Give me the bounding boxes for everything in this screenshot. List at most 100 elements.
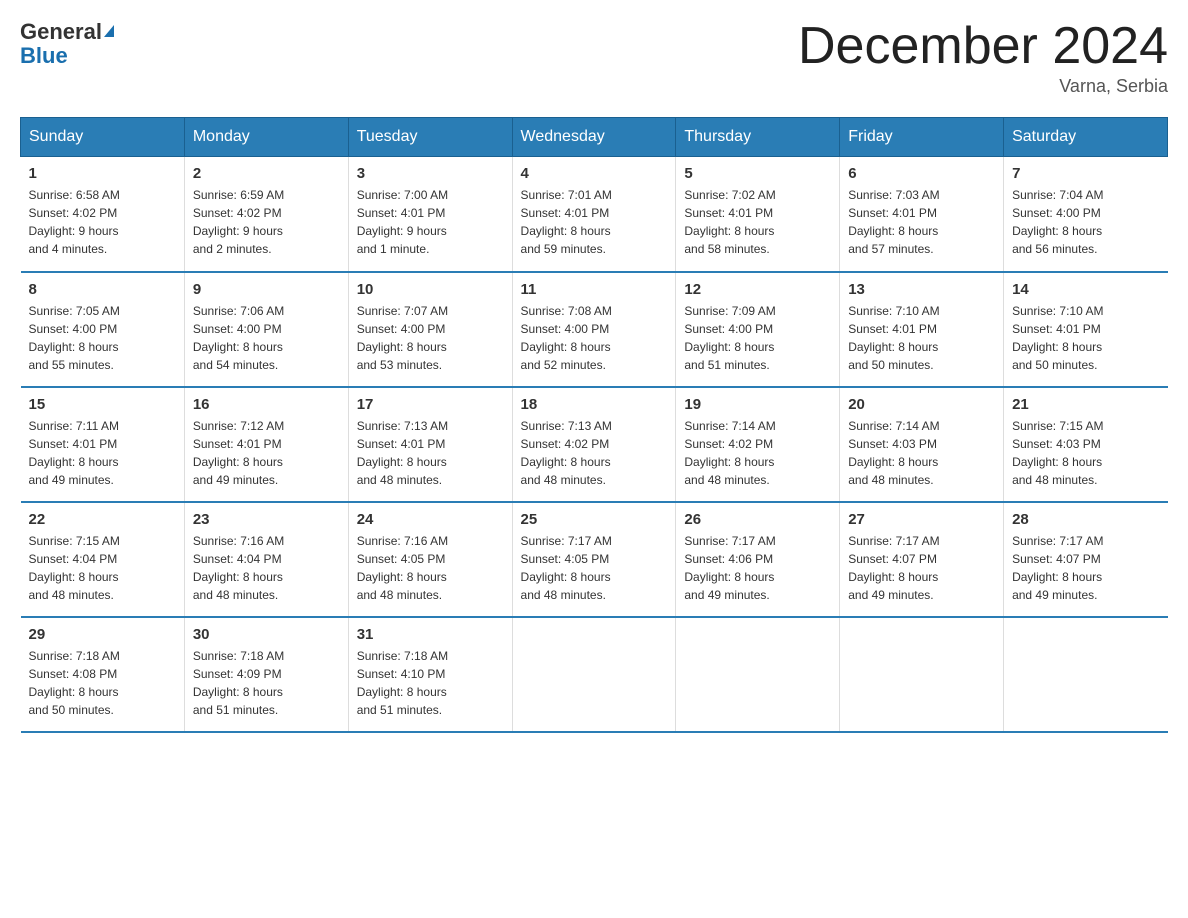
day-number: 10 <box>357 281 504 298</box>
weekday-header-friday: Friday <box>840 118 1004 157</box>
page-header: General Blue December 2024 Varna, Serbia <box>20 20 1168 97</box>
day-info: Sunrise: 7:11 AMSunset: 4:01 PMDaylight:… <box>29 417 176 489</box>
calendar-cell: 3 Sunrise: 7:00 AMSunset: 4:01 PMDayligh… <box>348 157 512 272</box>
day-number: 17 <box>357 396 504 413</box>
day-number: 8 <box>29 281 176 298</box>
weekday-header-row: SundayMondayTuesdayWednesdayThursdayFrid… <box>21 118 1168 157</box>
day-info: Sunrise: 7:10 AMSunset: 4:01 PMDaylight:… <box>1012 302 1159 374</box>
day-info: Sunrise: 7:06 AMSunset: 4:00 PMDaylight:… <box>193 302 340 374</box>
day-number: 31 <box>357 626 504 643</box>
day-info: Sunrise: 7:15 AMSunset: 4:04 PMDaylight:… <box>29 532 176 604</box>
day-info: Sunrise: 7:05 AMSunset: 4:00 PMDaylight:… <box>29 302 176 374</box>
day-info: Sunrise: 7:09 AMSunset: 4:00 PMDaylight:… <box>684 302 831 374</box>
calendar-week-row: 8 Sunrise: 7:05 AMSunset: 4:00 PMDayligh… <box>21 272 1168 387</box>
day-info: Sunrise: 7:10 AMSunset: 4:01 PMDaylight:… <box>848 302 995 374</box>
calendar-cell: 16 Sunrise: 7:12 AMSunset: 4:01 PMDaylig… <box>184 387 348 502</box>
calendar-cell <box>676 617 840 732</box>
day-number: 2 <box>193 165 340 182</box>
calendar-cell: 11 Sunrise: 7:08 AMSunset: 4:00 PMDaylig… <box>512 272 676 387</box>
day-number: 24 <box>357 511 504 528</box>
calendar-cell: 21 Sunrise: 7:15 AMSunset: 4:03 PMDaylig… <box>1004 387 1168 502</box>
logo: General Blue <box>20 20 114 68</box>
day-number: 28 <box>1012 511 1159 528</box>
day-number: 11 <box>521 281 668 298</box>
day-info: Sunrise: 7:16 AMSunset: 4:04 PMDaylight:… <box>193 532 340 604</box>
calendar-cell: 8 Sunrise: 7:05 AMSunset: 4:00 PMDayligh… <box>21 272 185 387</box>
calendar-cell: 19 Sunrise: 7:14 AMSunset: 4:02 PMDaylig… <box>676 387 840 502</box>
day-number: 19 <box>684 396 831 413</box>
day-number: 27 <box>848 511 995 528</box>
calendar-cell: 9 Sunrise: 7:06 AMSunset: 4:00 PMDayligh… <box>184 272 348 387</box>
weekday-header-sunday: Sunday <box>21 118 185 157</box>
day-number: 18 <box>521 396 668 413</box>
day-number: 21 <box>1012 396 1159 413</box>
title-section: December 2024 Varna, Serbia <box>798 20 1168 97</box>
calendar-cell: 12 Sunrise: 7:09 AMSunset: 4:00 PMDaylig… <box>676 272 840 387</box>
day-info: Sunrise: 7:03 AMSunset: 4:01 PMDaylight:… <box>848 186 995 258</box>
calendar-cell <box>1004 617 1168 732</box>
calendar-cell: 5 Sunrise: 7:02 AMSunset: 4:01 PMDayligh… <box>676 157 840 272</box>
day-info: Sunrise: 7:04 AMSunset: 4:00 PMDaylight:… <box>1012 186 1159 258</box>
calendar-cell: 29 Sunrise: 7:18 AMSunset: 4:08 PMDaylig… <box>21 617 185 732</box>
calendar-cell: 6 Sunrise: 7:03 AMSunset: 4:01 PMDayligh… <box>840 157 1004 272</box>
calendar-cell: 17 Sunrise: 7:13 AMSunset: 4:01 PMDaylig… <box>348 387 512 502</box>
day-info: Sunrise: 7:15 AMSunset: 4:03 PMDaylight:… <box>1012 417 1159 489</box>
day-info: Sunrise: 7:00 AMSunset: 4:01 PMDaylight:… <box>357 186 504 258</box>
calendar-cell: 31 Sunrise: 7:18 AMSunset: 4:10 PMDaylig… <box>348 617 512 732</box>
calendar-cell: 1 Sunrise: 6:58 AMSunset: 4:02 PMDayligh… <box>21 157 185 272</box>
day-info: Sunrise: 7:17 AMSunset: 4:05 PMDaylight:… <box>521 532 668 604</box>
calendar-cell: 15 Sunrise: 7:11 AMSunset: 4:01 PMDaylig… <box>21 387 185 502</box>
calendar-cell: 18 Sunrise: 7:13 AMSunset: 4:02 PMDaylig… <box>512 387 676 502</box>
day-info: Sunrise: 7:01 AMSunset: 4:01 PMDaylight:… <box>521 186 668 258</box>
calendar-cell: 14 Sunrise: 7:10 AMSunset: 4:01 PMDaylig… <box>1004 272 1168 387</box>
calendar-cell: 2 Sunrise: 6:59 AMSunset: 4:02 PMDayligh… <box>184 157 348 272</box>
day-info: Sunrise: 7:13 AMSunset: 4:01 PMDaylight:… <box>357 417 504 489</box>
location-label: Varna, Serbia <box>798 76 1168 97</box>
logo-general-text: General <box>20 19 102 44</box>
day-info: Sunrise: 7:14 AMSunset: 4:02 PMDaylight:… <box>684 417 831 489</box>
day-info: Sunrise: 7:17 AMSunset: 4:07 PMDaylight:… <box>848 532 995 604</box>
calendar-cell: 28 Sunrise: 7:17 AMSunset: 4:07 PMDaylig… <box>1004 502 1168 617</box>
calendar-cell: 27 Sunrise: 7:17 AMSunset: 4:07 PMDaylig… <box>840 502 1004 617</box>
day-info: Sunrise: 7:17 AMSunset: 4:06 PMDaylight:… <box>684 532 831 604</box>
calendar-week-row: 15 Sunrise: 7:11 AMSunset: 4:01 PMDaylig… <box>21 387 1168 502</box>
calendar-cell: 20 Sunrise: 7:14 AMSunset: 4:03 PMDaylig… <box>840 387 1004 502</box>
day-info: Sunrise: 7:17 AMSunset: 4:07 PMDaylight:… <box>1012 532 1159 604</box>
day-info: Sunrise: 7:18 AMSunset: 4:09 PMDaylight:… <box>193 647 340 719</box>
day-number: 25 <box>521 511 668 528</box>
calendar-cell: 22 Sunrise: 7:15 AMSunset: 4:04 PMDaylig… <box>21 502 185 617</box>
day-number: 26 <box>684 511 831 528</box>
day-number: 22 <box>29 511 176 528</box>
weekday-header-tuesday: Tuesday <box>348 118 512 157</box>
day-info: Sunrise: 7:02 AMSunset: 4:01 PMDaylight:… <box>684 186 831 258</box>
day-info: Sunrise: 7:08 AMSunset: 4:00 PMDaylight:… <box>521 302 668 374</box>
day-number: 6 <box>848 165 995 182</box>
day-info: Sunrise: 7:07 AMSunset: 4:00 PMDaylight:… <box>357 302 504 374</box>
day-number: 7 <box>1012 165 1159 182</box>
day-number: 30 <box>193 626 340 643</box>
day-number: 4 <box>521 165 668 182</box>
calendar-cell: 7 Sunrise: 7:04 AMSunset: 4:00 PMDayligh… <box>1004 157 1168 272</box>
logo-triangle-icon <box>104 25 114 37</box>
day-number: 5 <box>684 165 831 182</box>
calendar-cell: 13 Sunrise: 7:10 AMSunset: 4:01 PMDaylig… <box>840 272 1004 387</box>
calendar-cell: 23 Sunrise: 7:16 AMSunset: 4:04 PMDaylig… <box>184 502 348 617</box>
day-number: 20 <box>848 396 995 413</box>
calendar-table: SundayMondayTuesdayWednesdayThursdayFrid… <box>20 117 1168 733</box>
day-info: Sunrise: 7:18 AMSunset: 4:08 PMDaylight:… <box>29 647 176 719</box>
month-title: December 2024 <box>798 20 1168 72</box>
calendar-week-row: 22 Sunrise: 7:15 AMSunset: 4:04 PMDaylig… <box>21 502 1168 617</box>
day-number: 16 <box>193 396 340 413</box>
calendar-cell <box>512 617 676 732</box>
day-number: 3 <box>357 165 504 182</box>
day-number: 9 <box>193 281 340 298</box>
day-info: Sunrise: 7:12 AMSunset: 4:01 PMDaylight:… <box>193 417 340 489</box>
day-number: 15 <box>29 396 176 413</box>
calendar-week-row: 1 Sunrise: 6:58 AMSunset: 4:02 PMDayligh… <box>21 157 1168 272</box>
day-number: 12 <box>684 281 831 298</box>
logo-blue-text: Blue <box>20 44 114 68</box>
calendar-cell: 4 Sunrise: 7:01 AMSunset: 4:01 PMDayligh… <box>512 157 676 272</box>
day-number: 23 <box>193 511 340 528</box>
day-number: 13 <box>848 281 995 298</box>
calendar-cell: 10 Sunrise: 7:07 AMSunset: 4:00 PMDaylig… <box>348 272 512 387</box>
